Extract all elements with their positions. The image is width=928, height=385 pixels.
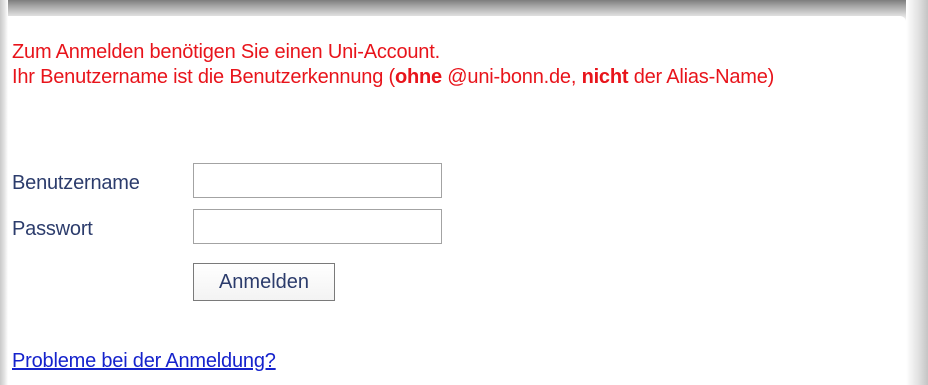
notice-line-2-text-2: @uni-bonn.de, <box>441 66 582 88</box>
password-input[interactable] <box>193 209 442 244</box>
window-left-shadow <box>0 0 8 385</box>
login-notice: Zum Anmelden benötigen Sie einen Uni-Acc… <box>12 40 774 90</box>
notice-line-2: Ihr Benutzername ist die Benutzerkennung… <box>12 65 774 90</box>
login-submit-button[interactable]: Anmelden <box>193 263 335 301</box>
notice-bold-nicht: nicht <box>581 66 629 88</box>
notice-line-2-text-3: der Alias-Name) <box>628 66 775 88</box>
username-input[interactable] <box>193 163 442 198</box>
username-label: Benutzername <box>12 172 140 194</box>
notice-bold-ohne: ohne <box>394 66 442 88</box>
notice-line-2-text-1: Ihr Benutzername ist die Benutzerkennung… <box>12 66 395 88</box>
window-right-shadow <box>906 0 928 385</box>
login-help-link[interactable]: Probleme bei der Anmeldung? <box>12 350 276 373</box>
notice-line-1: Zum Anmelden benötigen Sie einen Uni-Acc… <box>12 41 440 63</box>
password-label: Passwort <box>12 218 93 240</box>
